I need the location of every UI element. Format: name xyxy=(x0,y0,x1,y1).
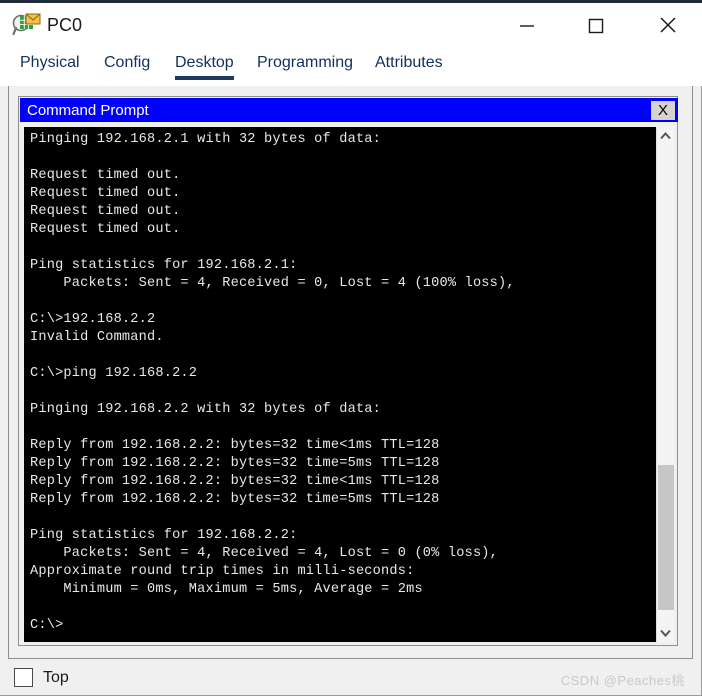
command-prompt-close-button[interactable]: X xyxy=(650,100,676,121)
tab-bar: Physical Config Desktop Programming Attr… xyxy=(0,46,702,86)
window-title-bar: PC0 xyxy=(0,0,702,46)
tab-attributes[interactable]: Attributes xyxy=(375,54,443,76)
watermark-text: CSDN @Peaches桃 xyxy=(560,673,685,688)
terminal-output[interactable]: Pinging 192.168.2.1 with 32 bytes of dat… xyxy=(24,127,656,642)
tab-desktop[interactable]: Desktop xyxy=(175,54,234,80)
chevron-up-icon xyxy=(660,132,671,140)
window-title: PC0 xyxy=(47,15,83,35)
command-prompt-title: Command Prompt xyxy=(27,102,149,119)
tab-config[interactable]: Config xyxy=(104,54,150,76)
command-prompt-window: Command Prompt X Pinging 192.168.2.1 wit… xyxy=(18,96,678,646)
terminal-scrollbar[interactable] xyxy=(656,127,674,642)
terminal-text: Pinging 192.168.2.1 with 32 bytes of dat… xyxy=(30,132,515,633)
scroll-up-button[interactable] xyxy=(657,127,674,145)
minimize-button[interactable] xyxy=(504,6,550,46)
minimize-icon xyxy=(520,25,534,27)
scroll-down-button[interactable] xyxy=(657,624,674,642)
close-icon xyxy=(660,17,676,33)
top-checkbox-label: Top xyxy=(43,669,69,686)
scrollbar-thumb[interactable] xyxy=(658,465,674,610)
maximize-icon xyxy=(588,18,604,34)
packet-tracer-inspect-icon xyxy=(12,12,42,40)
tab-physical[interactable]: Physical xyxy=(20,54,80,76)
chevron-down-icon xyxy=(660,629,671,637)
command-prompt-title-bar: Command Prompt X xyxy=(20,98,678,122)
top-checkbox[interactable] xyxy=(14,668,33,687)
maximize-button[interactable] xyxy=(573,6,619,46)
tab-programming[interactable]: Programming xyxy=(257,54,353,76)
close-button[interactable] xyxy=(645,6,691,46)
footer-bar: Top CSDN @Peaches桃 xyxy=(9,661,693,695)
terminal-area: Pinging 192.168.2.1 with 32 bytes of dat… xyxy=(24,127,674,642)
pc0-window: PC0 Physical Config Desktop Programming … xyxy=(0,0,702,696)
